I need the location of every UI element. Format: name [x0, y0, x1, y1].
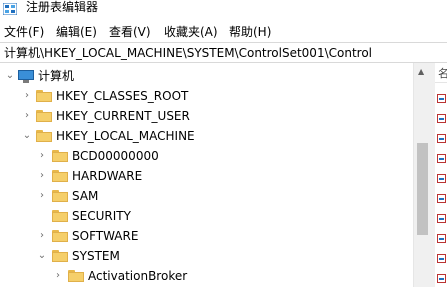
tree-node-label: BCD00000000: [72, 149, 159, 163]
folder-icon: [36, 130, 52, 142]
tree-node-software[interactable]: › SOFTWARE: [0, 226, 413, 246]
folder-icon: [52, 150, 68, 162]
tree-node-label: 计算机: [38, 69, 75, 83]
menu-edit[interactable]: 编辑(E): [56, 24, 97, 40]
folder-icon: [52, 170, 68, 182]
tree-node-security[interactable]: SECURITY: [0, 206, 413, 226]
computer-icon: [18, 70, 34, 83]
tree-node-label: HKEY_CURRENT_USER: [56, 109, 190, 123]
chevron-right-icon[interactable]: ›: [37, 151, 47, 161]
column-header-name[interactable]: 名: [438, 65, 447, 81]
registry-value-icon: [437, 234, 446, 243]
address-path[interactable]: 计算机\HKEY_LOCAL_MACHINE\SYSTEM\ControlSet…: [4, 45, 372, 61]
registry-editor-icon: [3, 3, 17, 15]
registry-value-icon: [437, 134, 446, 143]
folder-icon: [36, 90, 52, 102]
scrollbar-thumb[interactable]: [417, 143, 428, 235]
tree-node-hkey-current-user[interactable]: › HKEY_CURRENT_USER: [0, 106, 413, 126]
tree-node-activationbroker[interactable]: › ActivationBroker: [0, 266, 413, 286]
chevron-down-icon[interactable]: ⌄: [5, 71, 15, 81]
chevron-right-icon[interactable]: ›: [37, 231, 47, 241]
tree-pane[interactable]: ⌄ 计算机 › HKEY_CLASSES_ROOT › HKEY_CURRENT…: [0, 63, 431, 287]
values-pane[interactable]: 名: [435, 63, 447, 287]
chevron-down-icon[interactable]: ⌄: [37, 251, 47, 261]
registry-value-icon: [437, 194, 446, 203]
tree-node-label: HKEY_CLASSES_ROOT: [56, 89, 189, 103]
tree-node-label: SECURITY: [72, 209, 131, 223]
folder-icon: [52, 230, 68, 242]
folder-icon: [68, 270, 84, 282]
window-title: 注册表编辑器: [26, 0, 99, 14]
tree-node-bcd00000000[interactable]: › BCD00000000: [0, 146, 413, 166]
tree-node-label: HARDWARE: [72, 169, 143, 183]
registry-value-icon: [437, 274, 446, 283]
tree-node-sam[interactable]: › SAM: [0, 186, 413, 206]
registry-value-icon: [437, 254, 446, 263]
chevron-down-icon[interactable]: ⌄: [22, 131, 32, 141]
values-column-header[interactable]: 名: [435, 63, 447, 83]
tree-node-hardware[interactable]: › HARDWARE: [0, 166, 413, 186]
tree-node-system[interactable]: ⌄ SYSTEM: [0, 246, 413, 266]
tree-scrollbar[interactable]: ▲: [413, 63, 431, 287]
registry-value-icon: [437, 214, 446, 223]
title-bar: 注册表编辑器: [0, 0, 447, 20]
tree-node-label: HKEY_LOCAL_MACHINE: [56, 129, 195, 143]
registry-value-icon: [437, 114, 446, 123]
registry-value-icon: [437, 154, 446, 163]
tree-node-computer[interactable]: ⌄ 计算机: [0, 66, 413, 86]
folder-icon: [52, 190, 68, 202]
folder-icon: [52, 250, 68, 262]
menu-view[interactable]: 查看(V): [109, 24, 151, 40]
chevron-right-icon[interactable]: ›: [37, 191, 47, 201]
chevron-right-icon[interactable]: ›: [37, 171, 47, 181]
address-bar[interactable]: 计算机\HKEY_LOCAL_MACHINE\SYSTEM\ControlSet…: [0, 42, 447, 63]
menu-favorites[interactable]: 收藏夹(A): [164, 24, 218, 40]
tree-node-hkey-classes-root[interactable]: › HKEY_CLASSES_ROOT: [0, 86, 413, 106]
menu-bar: 文件(F) 编辑(E) 查看(V) 收藏夹(A) 帮助(H): [0, 20, 447, 42]
folder-icon: [52, 210, 68, 222]
tree-node-label: ActivationBroker: [88, 269, 188, 283]
registry-value-icon: [437, 174, 446, 183]
folder-icon: [36, 110, 52, 122]
menu-file[interactable]: 文件(F): [4, 24, 44, 40]
scroll-up-icon[interactable]: ▲: [418, 67, 424, 76]
chevron-right-icon[interactable]: ›: [22, 91, 32, 101]
tree-node-hkey-local-machine[interactable]: ⌄ HKEY_LOCAL_MACHINE: [0, 126, 413, 146]
menu-help[interactable]: 帮助(H): [229, 24, 271, 40]
chevron-right-icon[interactable]: ›: [22, 111, 32, 121]
tree-node-label: SYSTEM: [72, 249, 120, 263]
chevron-right-icon[interactable]: ›: [53, 271, 63, 281]
tree-node-label: SOFTWARE: [72, 229, 139, 243]
tree-node-label: SAM: [72, 189, 99, 203]
registry-value-icon: [437, 94, 446, 103]
